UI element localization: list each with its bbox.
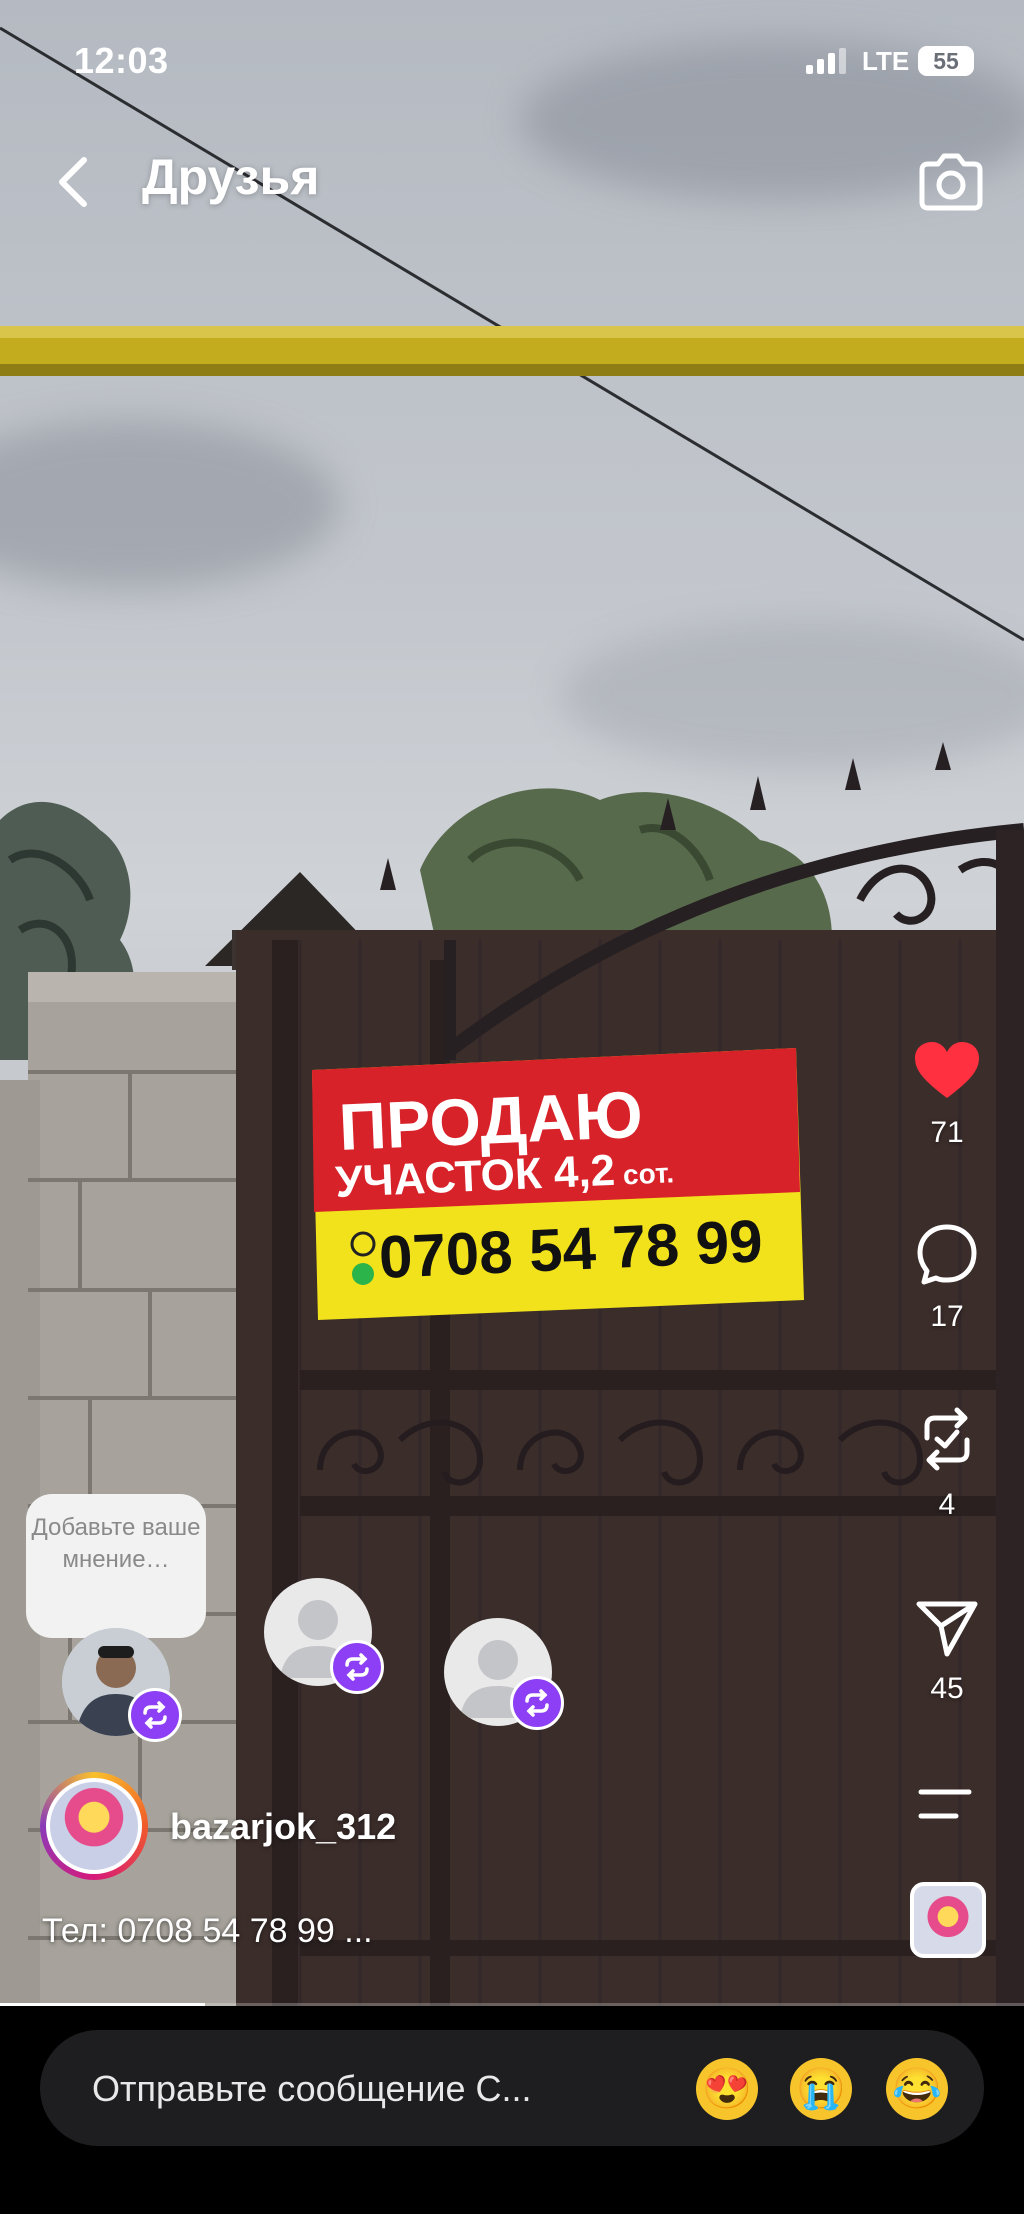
reel-screen: ПРОДАЮ УЧАСТОК 4,2 сот. 0708 54 78 99 12…	[0, 0, 1024, 2214]
author-logo	[50, 1782, 138, 1870]
heart-eyes-emoji-icon[interactable]: 😍	[696, 2058, 758, 2120]
laughing-emoji-icon[interactable]: 😂	[886, 2058, 948, 2120]
sign-line2-unit: сот.	[615, 1157, 675, 1191]
camera-icon[interactable]	[916, 150, 986, 214]
author-avatar[interactable]	[40, 1772, 148, 1880]
repost-button[interactable]: 4	[892, 1404, 1002, 1522]
message-input[interactable]: Отправьте сообщение С... 😍 😭 😂	[40, 2030, 984, 2146]
like-button[interactable]: 71	[892, 1040, 1002, 1150]
comment-button[interactable]: 17	[892, 1222, 1002, 1334]
post-caption[interactable]: Тел: 0708 54 78 99 ...	[42, 1912, 373, 1951]
like-count: 71	[930, 1116, 964, 1149]
status-bar: 12:03 LTE 55	[0, 0, 1024, 120]
battery-icon: 55	[918, 46, 974, 76]
chevron-left-icon[interactable]	[52, 152, 96, 212]
repost-icon[interactable]	[915, 1404, 979, 1474]
send-icon[interactable]	[915, 1598, 979, 1658]
opinion-bubble[interactable]: Добавьте ваше мнение…	[26, 1494, 206, 1654]
status-time: 12:03	[74, 40, 169, 81]
network-type: LTE	[862, 46, 910, 76]
repost-count: 4	[938, 1488, 956, 1521]
heart-icon[interactable]	[913, 1040, 981, 1102]
share-count: 45	[930, 1672, 964, 1705]
repost-badge-icon	[128, 1688, 182, 1742]
audio-thumbnail[interactable]	[910, 1882, 986, 1958]
crying-emoji-icon[interactable]: 😭	[790, 2058, 852, 2120]
repost-badge-icon	[510, 1676, 564, 1730]
page-title[interactable]: Друзья	[142, 148, 319, 206]
signal-icon	[806, 48, 850, 74]
comment-icon[interactable]	[915, 1222, 979, 1286]
author-username[interactable]: bazarjok_312	[170, 1806, 396, 1848]
message-placeholder: Отправьте сообщение С...	[92, 2068, 532, 2109]
share-button[interactable]: 45	[892, 1598, 1002, 1706]
bottom-bar: Отправьте сообщение С... 😍 😭 😂	[0, 2006, 1024, 2214]
comment-count: 17	[930, 1300, 964, 1333]
repost-badge-icon	[330, 1640, 384, 1694]
menu-lines-icon[interactable]	[918, 1786, 972, 1822]
